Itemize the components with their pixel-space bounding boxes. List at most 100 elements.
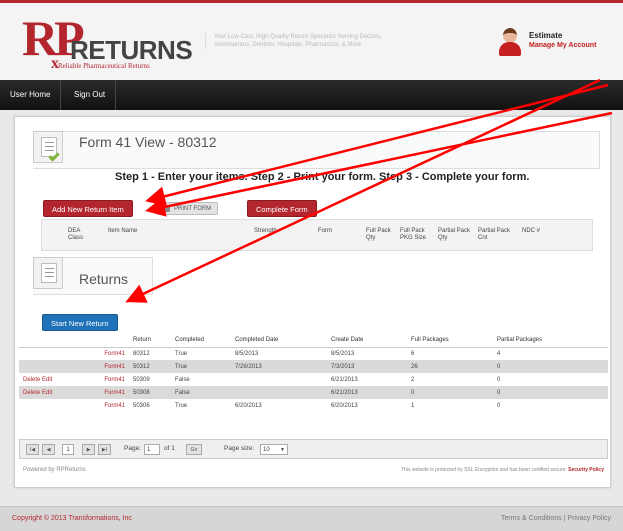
row-return: 80312	[133, 350, 150, 357]
row-full-packages: 26	[407, 360, 493, 373]
grid-pager: I◀ ◀ 1 ▶ ▶I Page: 1 of 1 Go Page size: 1…	[19, 439, 608, 459]
form-items-table-header: DEA Class Item Name Strength Form Full P…	[41, 219, 593, 251]
row-completed-date: 8/5/2013	[235, 350, 259, 357]
chevron-down-icon: ▼	[280, 447, 285, 453]
row-completed: False	[171, 386, 231, 399]
main-navbar: User Home Sign Out	[0, 80, 623, 110]
row-completed: False	[175, 376, 190, 383]
row-partial-packages: 0	[493, 360, 608, 373]
steps-instructions: Step 1 - Enter your items. Step 2 - Prin…	[115, 171, 530, 183]
row-create-date: 6/21/2013	[327, 386, 407, 399]
row-full-packages: 2	[411, 376, 415, 383]
row-partial-packages: 0	[493, 386, 608, 399]
table-row: Delete Edit Form41 50308 False 6/21/2013…	[19, 386, 608, 399]
row-actions[interactable]	[19, 347, 71, 360]
row-full-packages: 0	[407, 386, 493, 399]
row-return: 50308	[129, 386, 171, 399]
row-create-date: 8/5/2013	[331, 350, 355, 357]
tagline: Your Low Cost, High Quality Return Speci…	[205, 33, 385, 49]
site-footer: Copyright © 2013 Transformations, Inc Te…	[0, 506, 623, 531]
row-completed: True	[175, 350, 188, 357]
print-form-button[interactable]: PRINT FORM	[157, 202, 219, 215]
grid-head-action	[19, 333, 71, 348]
col-full-pack-qty: Full Pack Qty	[366, 228, 391, 241]
returns-title: Returns	[79, 271, 129, 287]
grid-head-completed[interactable]: Completed	[171, 333, 231, 348]
pager-page-label: Page:	[124, 445, 141, 452]
pager-next-button[interactable]: ▶	[82, 444, 95, 455]
table-row: Form41 50312 True 7/26/2013 7/3/2013 26 …	[19, 360, 608, 373]
row-create-date: 6/21/2013	[331, 376, 358, 383]
start-new-return-button[interactable]: Start New Return	[42, 314, 118, 331]
row-actions[interactable]	[19, 399, 71, 412]
table-row: Form41 50306 True 6/20/2013 6/20/2013 1 …	[19, 399, 608, 412]
row-actions[interactable]: Delete Edit	[19, 386, 71, 399]
row-partial-packages: 0	[497, 402, 501, 409]
row-create-date: 6/20/2013	[331, 402, 358, 409]
pager-last-button[interactable]: ▶I	[98, 444, 111, 455]
row-form-link[interactable]: Form41	[71, 373, 129, 386]
page-size-select[interactable]: 10 ▼	[260, 444, 288, 455]
ssl-notice: This website is protected by SSL Encrypt…	[401, 467, 604, 473]
logo-subtitle: Reliable Pharmaceutical Returns	[58, 62, 150, 70]
grid-head-partial-packages[interactable]: Partial Packages	[493, 333, 608, 348]
row-actions[interactable]	[19, 360, 71, 373]
copyright-text: Copyright © 2013 Transformations, Inc	[12, 515, 132, 522]
ssl-notice-text: This website is protected by SSL Encrypt…	[401, 467, 567, 473]
pager-go-button[interactable]: Go	[186, 444, 202, 455]
avatar	[497, 28, 523, 56]
security-policy-link[interactable]: Security Policy	[568, 467, 604, 473]
col-partial-pack-cnt: Partial Pack Cnt	[478, 228, 511, 241]
pager-size-label: Page size:	[224, 445, 255, 452]
row-full-packages: 1	[411, 402, 415, 409]
complete-form-button[interactable]: Complete Form	[247, 200, 317, 217]
row-completed-date: 6/20/2013	[235, 402, 262, 409]
col-dea-class: DEA Class	[68, 228, 84, 241]
row-form-link[interactable]: Form41	[71, 360, 129, 373]
col-full-pack-pkg-size: Full Pack PKG Size	[400, 228, 427, 241]
col-partial-pack-qty: Partial Pack Qty	[438, 228, 471, 241]
pager-current-page[interactable]: 1	[62, 444, 74, 455]
user-name: Estimate	[529, 31, 563, 40]
row-create-date: 7/3/2013	[327, 360, 407, 373]
nav-user-home[interactable]: User Home	[0, 80, 62, 110]
grid-head-full-packages[interactable]: Full Packages	[407, 333, 493, 348]
table-row: Form41 80312 True 8/5/2013 8/5/2013 6 4	[19, 347, 608, 360]
footer-links[interactable]: Terms & Conditions | Privacy Policy	[501, 515, 611, 522]
grid-head-create-date[interactable]: Create Date	[327, 333, 407, 348]
nav-sign-out[interactable]: Sign Out	[64, 80, 117, 110]
row-actions[interactable]: Delete Edit	[19, 373, 71, 386]
table-row: Delete Edit Form41 50309 False 6/21/2013…	[19, 373, 608, 386]
row-completed-date	[231, 373, 327, 386]
col-form: Form	[318, 228, 332, 234]
printer-icon	[162, 206, 170, 212]
row-return: 50312	[129, 360, 171, 373]
row-completed: True	[175, 402, 188, 409]
row-completed-date	[231, 386, 327, 399]
pager-prev-button[interactable]: ◀	[42, 444, 55, 455]
row-full-packages: 6	[411, 350, 415, 357]
powered-by: Powered by RPReturns	[23, 467, 86, 473]
add-new-return-item-button[interactable]: Add New Return Item	[43, 200, 133, 217]
content-panel: Form 41 View - 80312 Step 1 - Enter your…	[14, 116, 611, 488]
manage-account-link[interactable]: Manage My Account	[529, 42, 596, 49]
row-form-link[interactable]: Form41	[71, 399, 129, 412]
pager-of-label: of 1	[164, 445, 175, 452]
rp-returns-logo[interactable]: RP RETURNS x Reliable Pharmaceutical Ret…	[22, 10, 193, 73]
row-form-link[interactable]: Form41	[71, 347, 129, 360]
grid-head-return[interactable]: Return	[129, 333, 171, 348]
returns-grid: Return Completed Completed Date Create D…	[19, 333, 608, 412]
row-form-link[interactable]: Form41	[71, 386, 129, 399]
row-partial-packages: 4	[497, 350, 501, 357]
pager-first-button[interactable]: I◀	[26, 444, 39, 455]
row-completed-date: 7/26/2013	[231, 360, 327, 373]
pager-page-input[interactable]: 1	[144, 444, 160, 455]
page-size-value: 10	[263, 447, 270, 453]
form-document-icon	[33, 131, 63, 163]
grid-head-form	[71, 333, 129, 348]
row-return: 50306	[133, 402, 150, 409]
print-form-label: PRINT FORM	[174, 206, 212, 212]
row-partial-packages: 0	[497, 376, 501, 383]
returns-document-icon	[33, 257, 63, 289]
grid-head-completed-date[interactable]: Completed Date	[231, 333, 327, 348]
